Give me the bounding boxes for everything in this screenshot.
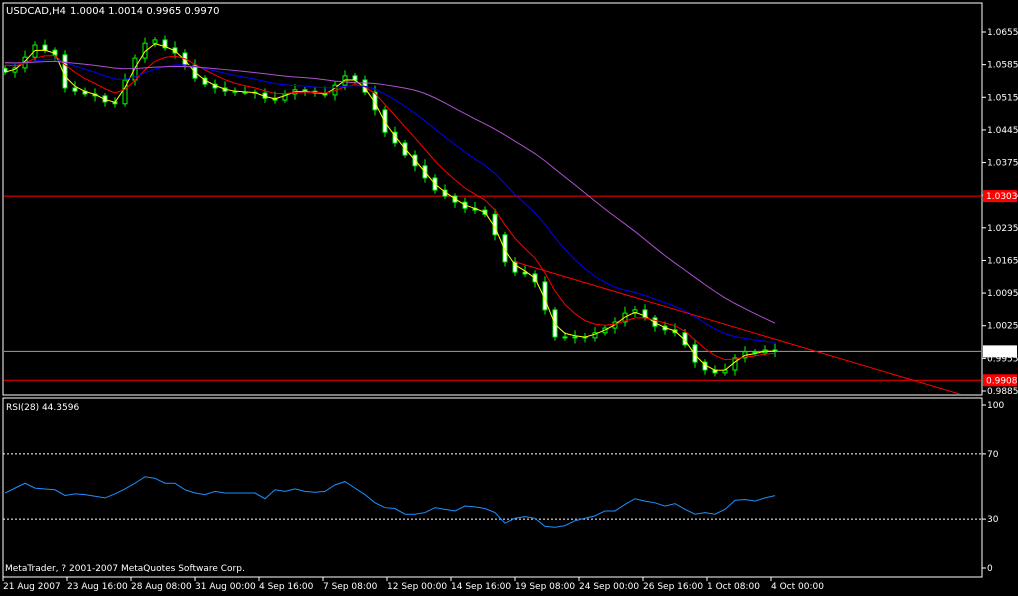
- time-tick-label: 26 Sep 16:00: [643, 582, 703, 592]
- time-tick-label: 7 Sep 08:00: [323, 582, 378, 592]
- candle-body: [62, 54, 68, 89]
- time-tick-label: 4 Oct 00:00: [771, 582, 824, 592]
- price-tick-label: 1.0655: [987, 28, 1018, 38]
- time-tick-label: 31 Aug 00:00: [195, 582, 256, 592]
- rsi-title: RSI(28) 44.3596: [6, 403, 79, 413]
- price-tick-label: 1.0165: [987, 256, 1018, 266]
- price-tick-label: 0.9885: [987, 387, 1018, 397]
- candle-body: [382, 109, 388, 133]
- candle-body: [562, 336, 568, 339]
- time-tick-label: 24 Sep 00:00: [579, 582, 639, 592]
- time-tick-label: 4 Sep 16:00: [259, 582, 314, 592]
- background: [0, 0, 1018, 592]
- chart-header-symbol: USDCAD,H4: [6, 6, 66, 17]
- rsi-tick-label: 70: [987, 450, 999, 460]
- rsi-tick-label: 0: [987, 564, 993, 574]
- price-tick-label: 1.0095: [987, 289, 1018, 299]
- time-tick-label: 14 Sep 16:00: [451, 582, 511, 592]
- copyright-text: MetaTrader, ? 2001-2007 MetaQuotes Softw…: [5, 564, 245, 574]
- price-tick-label: 1.0375: [987, 159, 1018, 169]
- time-tick-label: 1 Oct 08:00: [707, 582, 760, 592]
- candle-body: [122, 79, 128, 105]
- trading-chart[interactable]: 1.06551.05851.05151.04451.03751.03051.02…: [0, 0, 1018, 592]
- candle-body: [572, 336, 578, 339]
- chart-header-ohlc: 1.0004 1.0014 0.9965 0.9970: [70, 6, 220, 17]
- price-tick-label: 1.0585: [987, 61, 1018, 71]
- time-tick-label: 12 Sep 00:00: [387, 582, 447, 592]
- price-tick-label: 1.0235: [987, 224, 1018, 234]
- price-tick-label: 1.0515: [987, 93, 1018, 103]
- time-tick-label: 21 Aug 2007: [3, 582, 61, 592]
- candle-body: [152, 39, 158, 44]
- candle-body: [42, 44, 48, 51]
- time-tick-label: 23 Aug 16:00: [67, 582, 128, 592]
- rsi-tick-label: 100: [987, 401, 1004, 411]
- level-price-label: 0.9908: [986, 376, 1018, 386]
- rsi-tick-label: 30: [987, 515, 999, 525]
- candle-body: [352, 75, 358, 81]
- candle-body: [72, 87, 78, 92]
- candle-body: [752, 351, 758, 354]
- price-tick-label: 1.0445: [987, 126, 1018, 136]
- price-tick-label: 1.0025: [987, 322, 1018, 332]
- time-tick-label: 19 Sep 08:00: [515, 582, 575, 592]
- level-price-label: 1.0303: [986, 192, 1018, 202]
- time-tick-label: 28 Aug 08:00: [131, 582, 192, 592]
- bid-price-label: 0.9970: [986, 347, 1018, 357]
